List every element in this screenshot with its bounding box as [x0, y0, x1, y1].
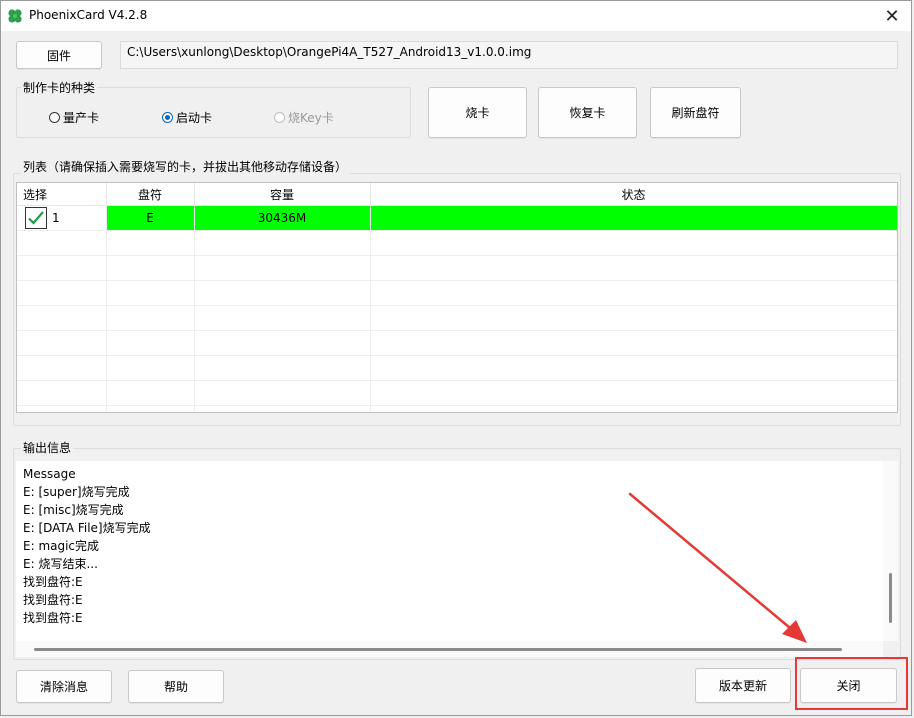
help-button[interactable]: 帮助 — [128, 670, 224, 703]
checkmark-icon — [28, 211, 44, 225]
restore-card-button[interactable]: 恢复卡 — [538, 87, 637, 138]
column-header-drive[interactable]: 盘符 — [106, 183, 195, 206]
radio-indicator-checked — [162, 112, 173, 123]
radio-label: 烧Key卡 — [288, 111, 334, 125]
close-icon[interactable]: ✕ — [879, 3, 905, 29]
clover-icon — [8, 9, 22, 23]
table-row — [17, 355, 897, 381]
log-line: 找到盘符:E — [23, 575, 83, 589]
table-row — [17, 305, 897, 331]
radio-indicator — [49, 112, 60, 123]
row-index: 1 — [52, 211, 60, 225]
radio-label: 量产卡 — [63, 111, 100, 125]
output-group-label: 输出信息 — [21, 439, 74, 456]
log-line: 找到盘符:E — [23, 593, 83, 607]
radio-indicator — [274, 112, 285, 123]
refresh-drives-button[interactable]: 刷新盘符 — [650, 87, 741, 138]
output-vertical-scrollbar[interactable] — [883, 461, 898, 641]
table-row — [17, 230, 897, 256]
burn-card-button[interactable]: 烧卡 — [428, 87, 527, 138]
select-cell[interactable]: 1 — [17, 205, 107, 231]
drive-cell: E — [106, 205, 195, 231]
column-header-capacity[interactable]: 容量 — [194, 183, 371, 206]
scrollbar-corner — [883, 641, 898, 657]
output-horizontal-scrollbar[interactable] — [16, 641, 898, 657]
radio-boot-card[interactable]: 启动卡 — [162, 109, 212, 126]
log-line: E: [super]烧写完成 — [23, 485, 130, 499]
log-line: E: [DATA File]烧写完成 — [23, 521, 151, 535]
table-row — [17, 405, 897, 412]
firmware-button[interactable]: 固件 — [16, 41, 102, 69]
log-line: Message — [23, 467, 76, 481]
log-line: E: magic完成 — [23, 539, 100, 553]
annotation-highlight-box — [795, 657, 908, 710]
version-update-button[interactable]: 版本更新 — [695, 668, 791, 703]
status-cell — [370, 205, 897, 231]
log-line: 找到盘符:E — [23, 611, 83, 625]
column-header-select[interactable]: 选择 — [17, 183, 107, 206]
capacity-cell: 30436M — [194, 205, 371, 231]
log-line: E: [misc]烧写完成 — [23, 503, 124, 517]
title-bar: PhoenixCard V4.2.8 ✕ — [1, 1, 911, 31]
row-checkbox[interactable] — [25, 207, 47, 229]
log-line: E: 烧写结束... — [23, 557, 98, 571]
table-row — [17, 380, 897, 406]
table-row[interactable]: 1 E 30436M — [17, 205, 897, 231]
window-title: PhoenixCard V4.2.8 — [29, 8, 148, 22]
scrollbar-thumb[interactable] — [889, 573, 892, 623]
app-window: PhoenixCard V4.2.8 ✕ 固件 C:\Users\xunlong… — [0, 0, 912, 716]
device-table: 选择 盘符 容量 状态 1 E 30436M — [17, 183, 897, 412]
column-header-status[interactable]: 状态 — [370, 183, 897, 206]
device-list-group-label: 列表（请确保插入需要烧写的卡，并拔出其他移动存储设备） — [21, 158, 350, 175]
table-header-row: 选择 盘符 容量 状态 — [17, 183, 897, 206]
clear-messages-button[interactable]: 清除消息 — [16, 670, 112, 703]
output-log[interactable]: Message E: [super]烧写完成 E: [misc]烧写完成 E: … — [16, 461, 883, 641]
table-row — [17, 255, 897, 281]
radio-label: 启动卡 — [176, 111, 213, 125]
firmware-path-field[interactable]: C:\Users\xunlong\Desktop\OrangePi4A_T527… — [120, 41, 898, 69]
table-row — [17, 280, 897, 306]
table-row — [17, 330, 897, 356]
radio-mass-production[interactable]: 量产卡 — [49, 109, 99, 126]
radio-key-card: 烧Key卡 — [274, 109, 334, 126]
device-list[interactable]: 选择 盘符 容量 状态 1 E 30436M — [16, 182, 898, 413]
scrollbar-thumb[interactable] — [34, 648, 842, 651]
card-type-group-label: 制作卡的种类 — [21, 79, 98, 96]
